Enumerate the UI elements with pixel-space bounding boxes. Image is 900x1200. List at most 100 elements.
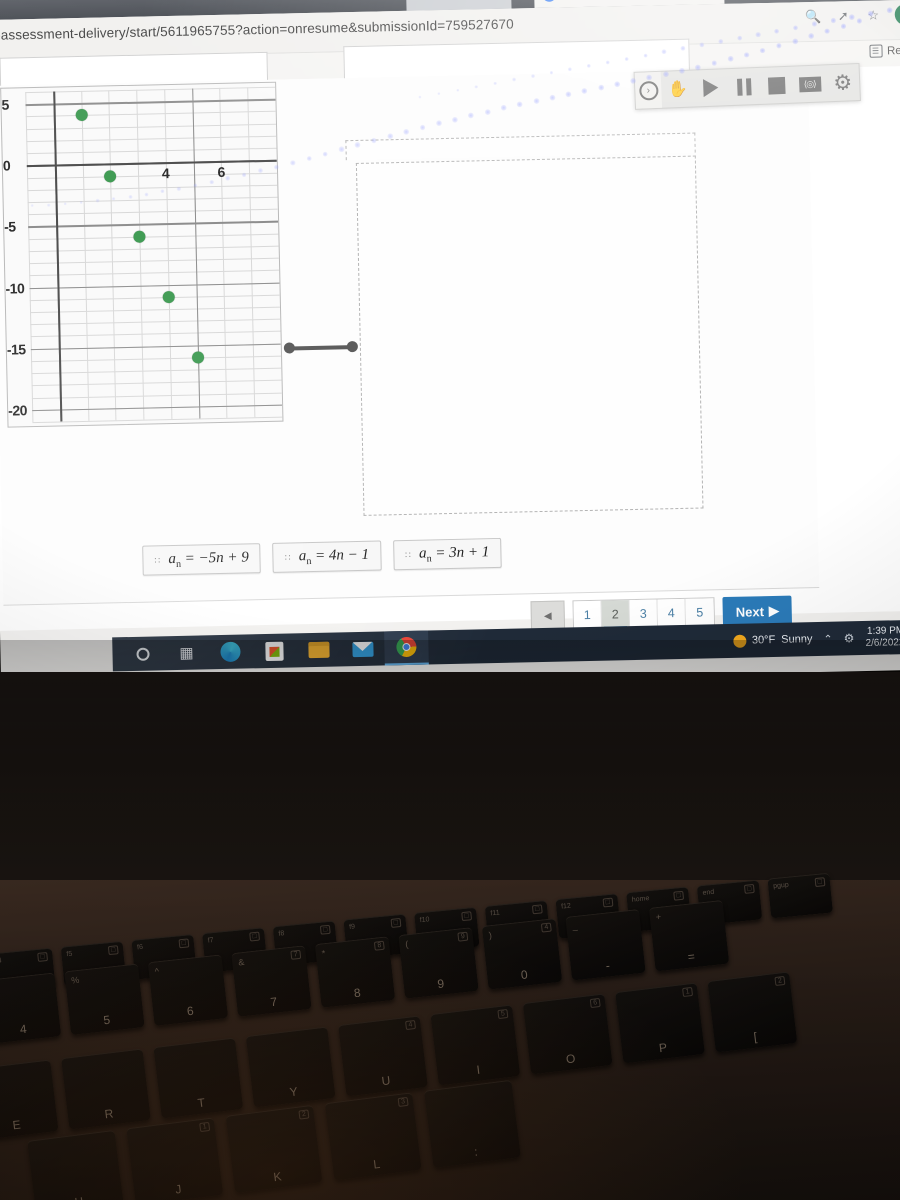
key-numpad-overlay-label: 8 [373,940,385,951]
tab-close-icon[interactable]: × [506,0,513,2]
page-number-3[interactable]: 3 [629,599,659,629]
key-7[interactable]: & 7 7 [231,945,312,1017]
gridline-horizontal [25,111,276,118]
key-fn-label: f8 [278,930,285,938]
y-axis-tick-label: -15 [6,340,26,358]
chrome-icon[interactable] [384,630,429,666]
avatar[interactable]: S [894,3,900,26]
page-number-4[interactable]: 4 [657,598,687,628]
drag-handle-icon[interactable]: ∷ [154,555,161,565]
file-explorer-icon[interactable] [296,632,341,667]
laptop-keyboard: f4□f5□f6□f7□f8□f9□f10□f11□f12□home□end□p… [0,872,900,1200]
key-[interactable]: : [423,1079,521,1169]
gridline-horizontal [28,245,279,253]
key-8[interactable]: * 8 8 [314,936,396,1008]
key-label: R [103,1106,115,1122]
key-label: 4 [19,1021,28,1037]
edge-icon[interactable] [208,634,253,669]
key-symbol-label: + [655,911,662,923]
chevron-up-icon[interactable]: ⌃ [823,632,832,645]
gear-icon[interactable]: ⚙ [826,64,860,101]
gridline-major-horizontal [28,221,279,228]
key-o[interactable]: 6O [522,993,613,1075]
key-i[interactable]: 5I [430,1004,521,1086]
cortana-circle-icon[interactable] [120,636,165,671]
key-6[interactable]: ^ 6 [147,954,229,1026]
taskbar-clock[interactable]: 1:39 PM 2/6/2022 [865,625,900,650]
rewind-icon[interactable]: ⟨◎⟩ [793,65,827,102]
key-numpad-overlay-label: □ [602,897,614,908]
bookmark-star-icon[interactable]: ☆ [865,6,882,23]
key-fn-label: f5 [66,950,73,959]
y-axis-tick-label: 5 [1,96,9,113]
stop-icon[interactable] [760,67,794,104]
weather-widget[interactable]: 30°F Sunny [732,633,813,648]
key-r[interactable]: R [60,1048,151,1130]
play-icon[interactable] [694,69,728,106]
hand-pointer-icon[interactable]: ✋ [661,71,695,108]
taskbar-icon-list: ▦ [120,630,429,672]
key-pgup[interactable]: pgup □ [767,872,833,919]
microsoft-store-icon[interactable] [252,633,297,668]
key-numpad-overlay-label: □ [460,911,473,922]
page-number-5[interactable]: 5 [685,598,715,627]
key-numpad-overlay-label: 1 [682,986,694,998]
key-[interactable]: 2[ [707,971,798,1053]
key-y[interactable]: Y [245,1026,336,1108]
task-view-icon[interactable]: ▦ [164,635,209,670]
key-numpad-overlay-label: 4 [540,922,552,933]
key-numpad-overlay-label: □ [390,917,402,928]
gridline-major-horizontal [29,282,280,289]
pause-icon[interactable] [727,68,761,105]
key-p[interactable]: 1P [615,982,706,1064]
key-5[interactable]: % 5 [64,963,145,1036]
share-icon[interactable]: ➚ [835,7,852,24]
key-j[interactable]: 1J [126,1117,224,1200]
key-label: T [196,1095,206,1111]
key-numpad-overlay-label: 7 [290,949,302,960]
key-[interactable]: _ - [565,908,646,981]
key-fn-label: home [631,895,650,904]
mail-icon[interactable] [340,631,385,666]
key-label: = [687,949,696,964]
gridline-horizontal [29,269,280,277]
reading-list-icon: ☰ [868,44,883,58]
x-axis [26,160,277,168]
bookmark-reading-list[interactable]: ☰ Read [868,44,900,58]
key-h[interactable]: H [27,1129,125,1200]
drop-zone-answer-area[interactable] [355,155,704,516]
clock-date: 2/6/2022 [865,637,900,649]
answer-tile[interactable]: ∷ an = 4n − 1 [272,540,382,573]
drag-handle-icon[interactable]: ∷ [285,552,292,562]
key-label: H [74,1194,85,1200]
answer-tile[interactable]: ∷ an = 3n + 1 [392,537,502,571]
omnibox-actions: 🔍 ➚ ☆ S [805,3,900,27]
page-number-1[interactable]: 1 [573,600,603,630]
key-e[interactable]: E [0,1059,59,1141]
key-[interactable]: + = [648,899,730,972]
scatter-plot [25,86,284,424]
gridline-horizontal [29,294,280,301]
gridline-horizontal [32,416,283,424]
toolbar-drag-handle[interactable]: › [634,71,663,109]
key-t[interactable]: T [153,1037,244,1119]
key-symbol-label: _ [571,920,578,932]
drag-handle-icon[interactable]: ∷ [405,549,412,559]
y-axis-tick-label: -20 [8,401,28,419]
gridline-horizontal [26,123,277,130]
gridline-major-horizontal [32,404,283,412]
key-l[interactable]: 3L [324,1092,422,1181]
key-u[interactable]: 4U [338,1015,428,1097]
page-number-2[interactable]: 2 [601,600,631,629]
key-9[interactable]: (9 9 [398,927,479,999]
key-numpad-overlay-label: 9 [457,931,469,942]
key-0[interactable]: ) 4 0 [481,918,563,990]
key-4[interactable]: $4 [0,972,62,1045]
bluetooth-icon[interactable]: ⚙ [843,631,854,645]
key-symbol-label: * [321,948,326,959]
gridline-horizontal [31,367,282,375]
answer-tile[interactable]: ∷ an = −5n + 9 [142,543,262,576]
search-icon[interactable]: 🔍 [805,8,822,25]
key-k[interactable]: 2K [225,1104,323,1194]
gridline-horizontal [28,257,279,265]
